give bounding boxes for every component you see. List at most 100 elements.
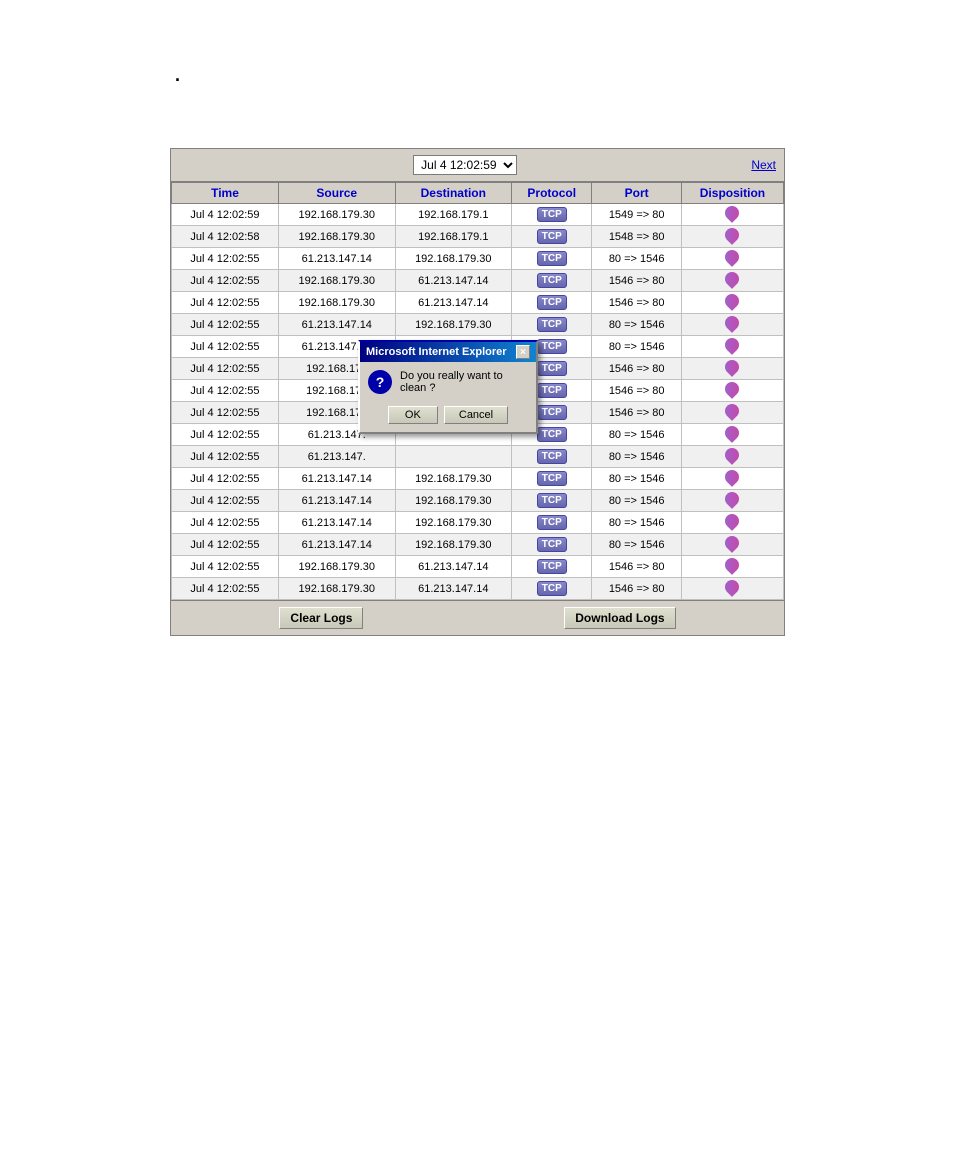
tcp-badge: TCP — [537, 317, 567, 332]
cell-protocol: TCP — [512, 578, 592, 600]
tcp-badge: TCP — [537, 361, 567, 376]
tcp-badge: TCP — [537, 405, 567, 420]
tcp-badge: TCP — [537, 449, 567, 464]
cell-port: 80 => 1546 — [592, 468, 681, 490]
table-row: Jul 4 12:02:55192.168.179.3061.213.147.1… — [172, 292, 784, 314]
next-link[interactable]: Next — [751, 158, 776, 172]
cell-destination: 61.213.147.14 — [395, 270, 512, 292]
cell-source: 192.168.179.30 — [278, 270, 395, 292]
cell-disposition — [681, 314, 783, 336]
tcp-badge: TCP — [537, 295, 567, 310]
table-row: Jul 4 12:02:5561.213.147.14192.168.179.3… — [172, 512, 784, 534]
cell-protocol: TCP — [512, 314, 592, 336]
cell-port: 1546 => 80 — [592, 358, 681, 380]
disposition-icon — [723, 467, 743, 487]
clear-logs-button[interactable]: Clear Logs — [279, 607, 363, 629]
cell-port: 1548 => 80 — [592, 226, 681, 248]
disposition-icon — [723, 313, 743, 333]
cell-port: 1546 => 80 — [592, 556, 681, 578]
cell-source: 192.168.179.30 — [278, 578, 395, 600]
cell-port: 80 => 1546 — [592, 446, 681, 468]
cell-destination: 192.168.179.30 — [395, 468, 512, 490]
cell-port: 80 => 1546 — [592, 314, 681, 336]
cell-disposition — [681, 358, 783, 380]
tcp-badge: TCP — [537, 383, 567, 398]
cell-disposition — [681, 402, 783, 424]
cell-port: 1546 => 80 — [592, 402, 681, 424]
dialog-close-button[interactable]: × — [516, 345, 530, 359]
cell-protocol: TCP — [512, 556, 592, 578]
cell-disposition — [681, 512, 783, 534]
col-time: Time — [172, 183, 279, 204]
disposition-icon — [723, 357, 743, 377]
table-row: Jul 4 12:02:5561.213.147.14192.168.179.3… — [172, 468, 784, 490]
dialog-title: Microsoft Internet Explorer — [366, 346, 507, 358]
cell-time: Jul 4 12:02:55 — [172, 468, 279, 490]
cell-protocol: TCP — [512, 512, 592, 534]
cell-disposition — [681, 226, 783, 248]
cell-port: 80 => 1546 — [592, 424, 681, 446]
cell-port: 80 => 1546 — [592, 490, 681, 512]
disposition-icon — [723, 489, 743, 509]
cell-source: 61.213.147.14 — [278, 534, 395, 556]
disposition-icon — [723, 533, 743, 553]
cell-time: Jul 4 12:02:55 — [172, 446, 279, 468]
cell-disposition — [681, 204, 783, 226]
date-select[interactable]: Jul 4 12:02:59 — [413, 155, 517, 175]
cell-source: 192.168.179.30 — [278, 292, 395, 314]
disposition-icon — [723, 423, 743, 443]
tcp-badge: TCP — [537, 581, 567, 596]
cell-destination: 192.168.179.30 — [395, 248, 512, 270]
cell-time: Jul 4 12:02:55 — [172, 292, 279, 314]
disposition-icon — [723, 577, 743, 597]
dialog-title-bar: Microsoft Internet Explorer × — [360, 342, 536, 362]
cell-source: 61.213.147.14 — [278, 468, 395, 490]
cell-destination: 192.168.179.30 — [395, 490, 512, 512]
table-row: Jul 4 12:02:59192.168.179.30192.168.179.… — [172, 204, 784, 226]
disposition-icon — [723, 335, 743, 355]
cell-port: 80 => 1546 — [592, 248, 681, 270]
tcp-badge: TCP — [537, 229, 567, 244]
tcp-badge: TCP — [537, 559, 567, 574]
cell-source: 192.168.179.30 — [278, 556, 395, 578]
dialog-body: ? Do you really want to clean ? — [360, 362, 536, 402]
table-row: Jul 4 12:02:5561.213.147.14192.168.179.3… — [172, 314, 784, 336]
cell-disposition — [681, 292, 783, 314]
cell-source: 61.213.147.14 — [278, 248, 395, 270]
cell-protocol: TCP — [512, 468, 592, 490]
header-bar: Jul 4 12:02:59 Next — [171, 149, 784, 182]
cell-time: Jul 4 12:02:55 — [172, 314, 279, 336]
cell-disposition — [681, 446, 783, 468]
cell-source: 61.213.147.14 — [278, 490, 395, 512]
cell-time: Jul 4 12:02:55 — [172, 358, 279, 380]
cell-protocol: TCP — [512, 204, 592, 226]
table-row: Jul 4 12:02:55192.168.179.3061.213.147.1… — [172, 578, 784, 600]
cell-time: Jul 4 12:02:59 — [172, 204, 279, 226]
col-source: Source — [278, 183, 395, 204]
footer-bar: Clear Logs Download Logs — [171, 600, 784, 635]
dialog-cancel-button[interactable]: Cancel — [444, 406, 508, 424]
table-row: Jul 4 12:02:5561.213.147.TCP80 => 1546 — [172, 446, 784, 468]
table-row: Jul 4 12:02:55192.168.179.3061.213.147.1… — [172, 556, 784, 578]
dialog-message: Do you really want to clean ? — [400, 370, 528, 394]
cell-time: Jul 4 12:02:55 — [172, 424, 279, 446]
cell-port: 1546 => 80 — [592, 292, 681, 314]
col-destination: Destination — [395, 183, 512, 204]
cell-source: 192.168.179.30 — [278, 204, 395, 226]
cell-time: Jul 4 12:02:55 — [172, 336, 279, 358]
cell-port: 1549 => 80 — [592, 204, 681, 226]
download-logs-button[interactable]: Download Logs — [564, 607, 675, 629]
cell-time: Jul 4 12:02:55 — [172, 490, 279, 512]
cell-destination — [395, 446, 512, 468]
table-row: Jul 4 12:02:5561.213.147.14192.168.179.3… — [172, 490, 784, 512]
dialog-ok-button[interactable]: OK — [388, 406, 438, 424]
tcp-badge: TCP — [537, 493, 567, 508]
cell-destination: 192.168.179.30 — [395, 512, 512, 534]
table-header-row: Time Source Destination Protocol Port Di… — [172, 183, 784, 204]
cell-time: Jul 4 12:02:58 — [172, 226, 279, 248]
table-row: Jul 4 12:02:5561.213.147.14192.168.179.3… — [172, 248, 784, 270]
disposition-icon — [723, 291, 743, 311]
cell-destination: 192.168.179.30 — [395, 534, 512, 556]
disposition-icon — [723, 379, 743, 399]
col-protocol: Protocol — [512, 183, 592, 204]
